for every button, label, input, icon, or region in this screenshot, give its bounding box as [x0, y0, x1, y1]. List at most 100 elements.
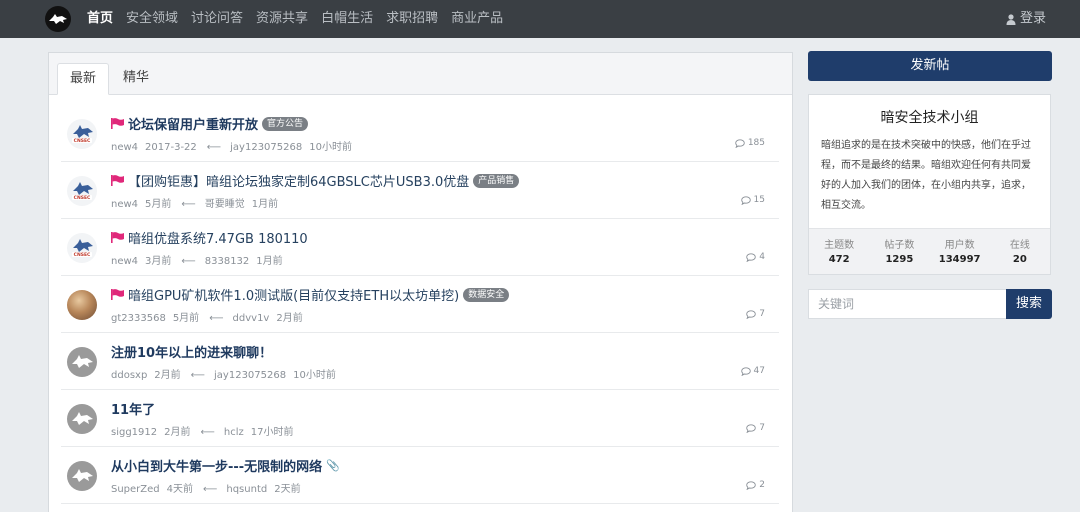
- last-reply-user[interactable]: jay123075268: [214, 370, 286, 381]
- user-avatar[interactable]: [67, 461, 97, 491]
- top-navbar: 首页 安全领域 讨论问答 资源共享 白帽生活 求职招聘 商业产品 登录: [0, 0, 1080, 38]
- stat-topics: 主题数 472: [809, 229, 869, 274]
- thread-title[interactable]: 暗组优盘系统7.47GB 180110: [128, 228, 308, 247]
- left-arrow-icon: ⟵: [206, 142, 222, 153]
- thread-author[interactable]: SuperZed: [111, 484, 160, 495]
- thread-title-line: 暗组GPU矿机软件1.0测试版(目前仅支持ETH以太坊单挖) 数据安全: [111, 285, 510, 304]
- thread-author[interactable]: new4: [111, 142, 138, 153]
- search-input[interactable]: [808, 289, 1007, 319]
- thread-title[interactable]: 论坛保留用户重新开放: [128, 114, 258, 133]
- thread-tag[interactable]: 官方公告: [262, 116, 309, 131]
- thread-title-line: 11年了: [111, 399, 155, 418]
- stat-label: 用户数: [944, 240, 975, 251]
- thread-meta: new4 5月前 ⟵ 哥要睡觉 1月前: [111, 195, 285, 210]
- comment-icon: [746, 252, 757, 262]
- search-button[interactable]: 搜索: [1006, 289, 1052, 319]
- wolf-logo-icon[interactable]: [45, 6, 71, 32]
- thread-row[interactable]: CNSEC 暗组优盘系统7.47GB 180110 new4 3月前 ⟵ 8338132 1…: [61, 219, 779, 276]
- thread-tag[interactable]: 产品销售: [473, 173, 520, 188]
- thread-row[interactable]: CNSEC 论坛保留用户重新开放 官方公告 new4 2017-3-22 ⟵ jay1230…: [61, 105, 779, 162]
- comment-icon: [746, 480, 757, 490]
- thread-tag[interactable]: 数据安全: [463, 287, 510, 302]
- group-info-card: 暗安全技术小组 暗组追求的是在技术突破中的快感，他们在乎过程，而不是最终的结果。…: [808, 94, 1051, 275]
- reply-count-value: 2: [759, 480, 765, 490]
- thread-title-line: 从小白到大牛第一步---无限制的网络 📎: [111, 456, 340, 475]
- last-reply-user[interactable]: hclz: [224, 427, 244, 438]
- new-post-button[interactable]: 发新帖: [808, 51, 1052, 81]
- thread-meta: new4 3月前 ⟵ 8338132 1月前: [111, 252, 290, 267]
- stat-label: 帖子数: [884, 240, 915, 251]
- thread-meta: ddosxp 2月前 ⟵ jay123075268 10小时前: [111, 366, 343, 381]
- last-reply-user[interactable]: ddvv1v: [233, 313, 270, 324]
- stat-users: 用户数 134997: [930, 229, 990, 274]
- pinned-flag-icon: [111, 232, 124, 243]
- thread-row[interactable]: 11年了 sigg1912 2月前 ⟵ hclz 17小时前 7: [61, 390, 779, 447]
- nav-security[interactable]: 安全领域: [126, 0, 178, 38]
- tab-latest[interactable]: 最新: [57, 63, 110, 95]
- last-reply-user[interactable]: jay123075268: [230, 142, 302, 153]
- nav-whitehat-life[interactable]: 白帽生活: [321, 0, 373, 38]
- thread-row[interactable]: CNSEC 【团购钜惠】暗组论坛独家定制64GBSLC芯片USB3.0优盘 产品销售…: [61, 162, 779, 219]
- thread-meta: gt2333568 5月前 ⟵ ddvv1v 2月前: [111, 309, 310, 324]
- last-reply-time: 2月前: [276, 313, 303, 324]
- thread-row[interactable]: 从小白到大牛第一步---无限制的网络 📎 SuperZed 4天前 ⟵ hqsuntd 2天…: [61, 447, 779, 504]
- reply-count-value: 4: [759, 252, 765, 262]
- last-reply-user[interactable]: 哥要睡觉: [205, 199, 245, 210]
- reply-count: 7: [746, 423, 765, 433]
- user-avatar[interactable]: [67, 290, 97, 320]
- tab-featured[interactable]: 精华: [111, 63, 161, 95]
- thread-time: 2017-3-22: [145, 142, 197, 153]
- nav-qa[interactable]: 讨论问答: [191, 0, 243, 38]
- thread-title-line: 注册10年以上的进来聊聊！: [111, 342, 272, 361]
- thread-title[interactable]: 暗组GPU矿机软件1.0测试版(目前仅支持ETH以太坊单挖): [128, 285, 459, 304]
- last-reply-user[interactable]: hqsuntd: [226, 484, 267, 495]
- thread-author[interactable]: sigg1912: [111, 427, 157, 438]
- user-avatar[interactable]: [67, 404, 97, 434]
- thread-time: 2月前: [154, 370, 181, 381]
- reply-count-value: 7: [759, 309, 765, 319]
- stat-label: 在线: [1009, 240, 1030, 251]
- thread-title-line: 论坛保留用户重新开放 官方公告: [111, 114, 309, 133]
- comment-icon: [740, 366, 751, 376]
- attachment-icon: 📎: [326, 459, 340, 472]
- thread-author[interactable]: new4: [111, 256, 138, 267]
- stat-label: 主题数: [824, 240, 855, 251]
- thread-title-line: 暗组优盘系统7.47GB 180110: [111, 228, 308, 247]
- reply-count: 185: [735, 138, 765, 148]
- thread-title[interactable]: 从小白到大牛第一步---无限制的网络: [111, 456, 322, 475]
- thread-author[interactable]: gt2333568: [111, 313, 166, 324]
- thread-author[interactable]: new4: [111, 199, 138, 210]
- last-reply-user[interactable]: 8338132: [205, 256, 250, 267]
- reply-count: 7: [746, 309, 765, 319]
- reply-count: 4: [746, 252, 765, 262]
- reply-count: 2: [746, 480, 765, 490]
- stat-value: 472: [828, 254, 850, 265]
- thread-title[interactable]: 【团购钜惠】暗组论坛独家定制64GBSLC芯片USB3.0优盘: [128, 171, 469, 190]
- thread-row[interactable]: 暗组GPU矿机软件1.0测试版(目前仅支持ETH以太坊单挖) 数据安全 gt2333…: [61, 276, 779, 333]
- svg-text:CNSEC: CNSEC: [74, 195, 91, 201]
- reply-count-value: 185: [747, 138, 765, 148]
- svg-text:CNSEC: CNSEC: [74, 138, 91, 144]
- thread-title[interactable]: 注册10年以上的进来聊聊！: [111, 342, 272, 361]
- user-avatar[interactable]: CNSEC: [67, 119, 97, 149]
- thread-row[interactable]: 注册10年以上的进来聊聊！ ddosxp 2月前 ⟵ jay123075268 10小时前…: [61, 333, 779, 390]
- user-avatar[interactable]: CNSEC: [67, 176, 97, 206]
- nav-products[interactable]: 商业产品: [451, 0, 503, 38]
- thread-title[interactable]: 11年了: [111, 399, 155, 418]
- login-label: 登录: [1019, 11, 1046, 26]
- nav-jobs[interactable]: 求职招聘: [386, 0, 438, 38]
- login-link[interactable]: 登录: [1006, 0, 1046, 38]
- user-avatar[interactable]: [67, 347, 97, 377]
- nav-home[interactable]: 首页: [87, 0, 113, 38]
- pinned-flag-icon: [111, 175, 124, 186]
- left-arrow-icon: ⟵: [190, 370, 206, 381]
- comment-icon: [735, 138, 745, 148]
- reply-count-value: 7: [759, 423, 765, 433]
- thread-meta: SuperZed 4天前 ⟵ hqsuntd 2天前: [111, 480, 308, 495]
- thread-author[interactable]: ddosxp: [111, 370, 147, 381]
- stat-posts: 帖子数 1295: [869, 229, 929, 274]
- user-avatar[interactable]: CNSEC: [67, 233, 97, 263]
- nav-resources[interactable]: 资源共享: [256, 0, 308, 38]
- svg-text:CNSEC: CNSEC: [74, 252, 91, 258]
- left-arrow-icon: ⟵: [181, 199, 196, 210]
